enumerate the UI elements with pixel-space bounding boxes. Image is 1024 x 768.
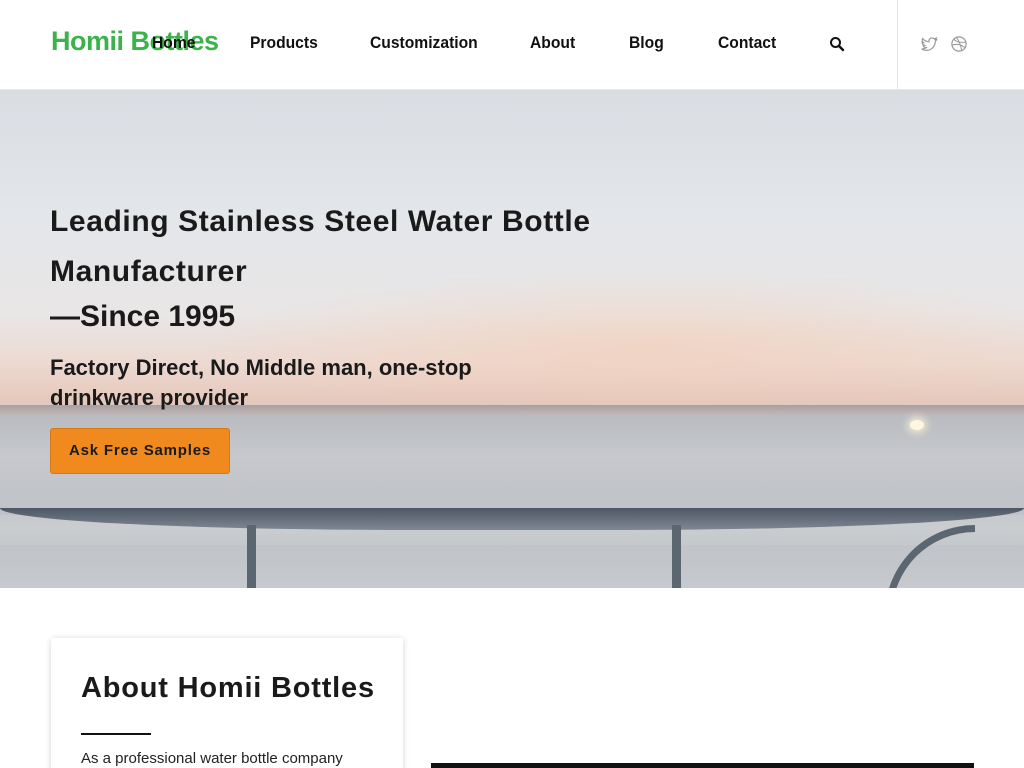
dribbble-icon[interactable] [950,35,968,53]
hero-railing-post [247,525,256,588]
nav-item-blog[interactable]: Blog [629,33,664,53]
search-icon[interactable] [829,36,845,52]
site-header: Homii Bottles Home Products Customizatio… [0,0,1024,90]
nav-item-customization[interactable]: Customization [370,33,478,53]
hero-railing-post [672,525,681,588]
hero-title: Leading Stainless Steel Water Bottle Man… [50,205,591,288]
nav-item-about[interactable]: About [530,33,575,53]
hero-subtitle: Factory Direct, No Middle man, one-stop … [50,355,472,410]
about-underline [81,733,151,735]
hero-light [910,420,924,430]
nav-item-home[interactable]: Home [152,33,195,53]
header-divider [897,0,898,90]
hero-banner: Leading Stainless Steel Water Bottle Man… [0,90,1024,588]
hero-railing [0,508,1024,530]
twitter-icon[interactable] [920,35,938,53]
nav-item-products[interactable]: Products [250,33,318,53]
about-text: As a professional water bottle company [81,750,343,767]
ask-free-samples-button[interactable]: Ask Free Samples [50,428,230,474]
about-title: About Homii Bottles [81,672,375,704]
hero-ground [0,545,1024,588]
video-frame[interactable] [431,763,974,768]
nav-item-contact[interactable]: Contact [718,33,776,53]
about-card: About Homii Bottles As a professional wa… [51,638,403,768]
hero-since: —Since 1995 [50,300,236,333]
